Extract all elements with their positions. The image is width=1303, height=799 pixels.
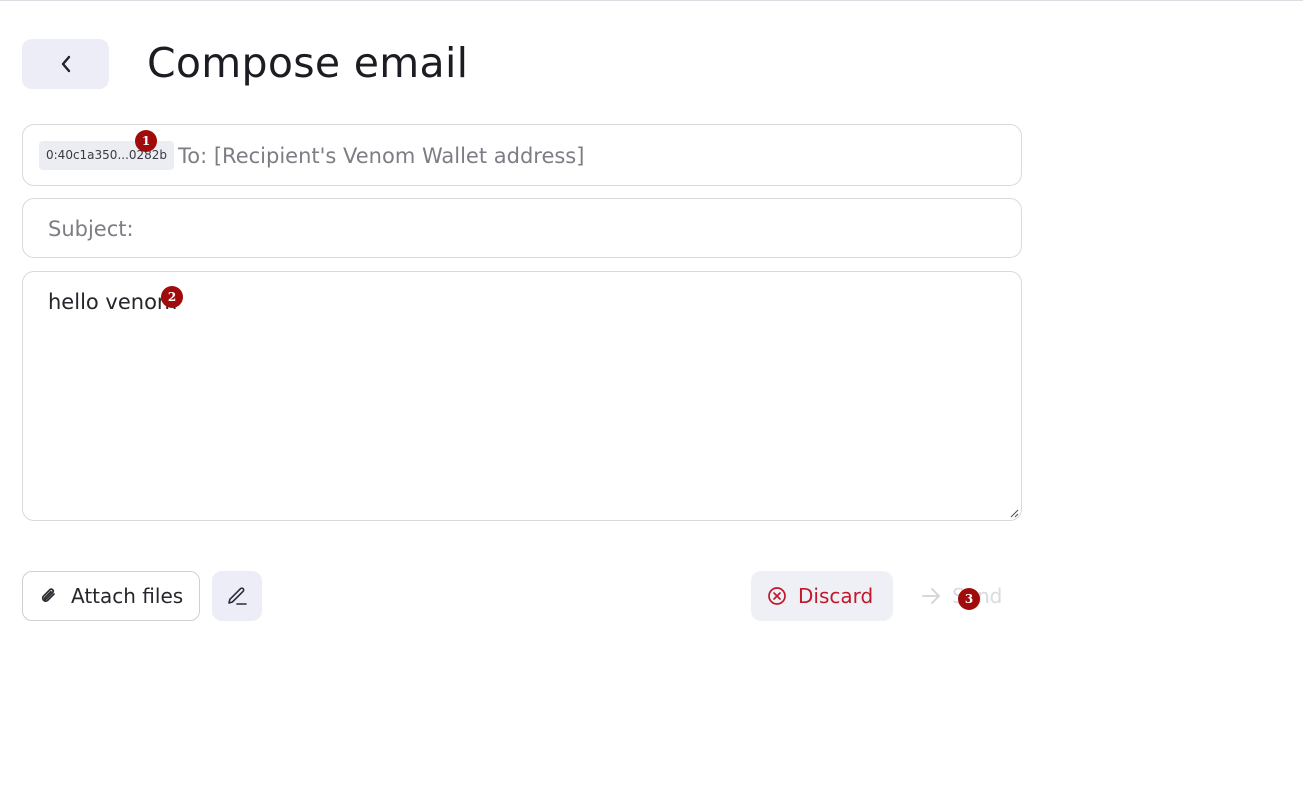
discard-label: Discard bbox=[798, 584, 874, 608]
attach-files-button[interactable]: Attach files bbox=[22, 571, 200, 621]
pen-icon bbox=[228, 587, 247, 605]
page-title: Compose email bbox=[147, 39, 469, 87]
signature-button[interactable] bbox=[212, 571, 262, 621]
chevron-left-icon bbox=[61, 55, 70, 73]
message-body-text[interactable]: hello venom bbox=[48, 288, 177, 316]
message-body-textarea[interactable]: hello venom bbox=[22, 271, 1022, 521]
annotation-marker-3: 3 bbox=[958, 588, 980, 610]
discard-button[interactable]: Discard bbox=[751, 571, 893, 621]
to-field[interactable]: 0:40c1a350...0282b To: [Recipient's Veno… bbox=[22, 124, 1022, 186]
to-input-placeholder[interactable]: To: [Recipient's Venom Wallet address] bbox=[178, 142, 584, 170]
top-divider bbox=[0, 0, 1303, 1]
paperclip-icon bbox=[41, 588, 55, 602]
close-circle-icon bbox=[768, 587, 786, 605]
annotation-marker-1: 1 bbox=[135, 130, 157, 152]
attach-files-label: Attach files bbox=[71, 584, 184, 608]
back-button[interactable] bbox=[22, 39, 109, 89]
subject-field[interactable]: Subject: bbox=[22, 198, 1022, 258]
annotation-marker-2: 2 bbox=[161, 286, 183, 308]
resize-handle-icon[interactable] bbox=[1009, 508, 1019, 518]
subject-input-placeholder[interactable]: Subject: bbox=[48, 215, 134, 243]
arrow-right-icon bbox=[922, 588, 940, 604]
